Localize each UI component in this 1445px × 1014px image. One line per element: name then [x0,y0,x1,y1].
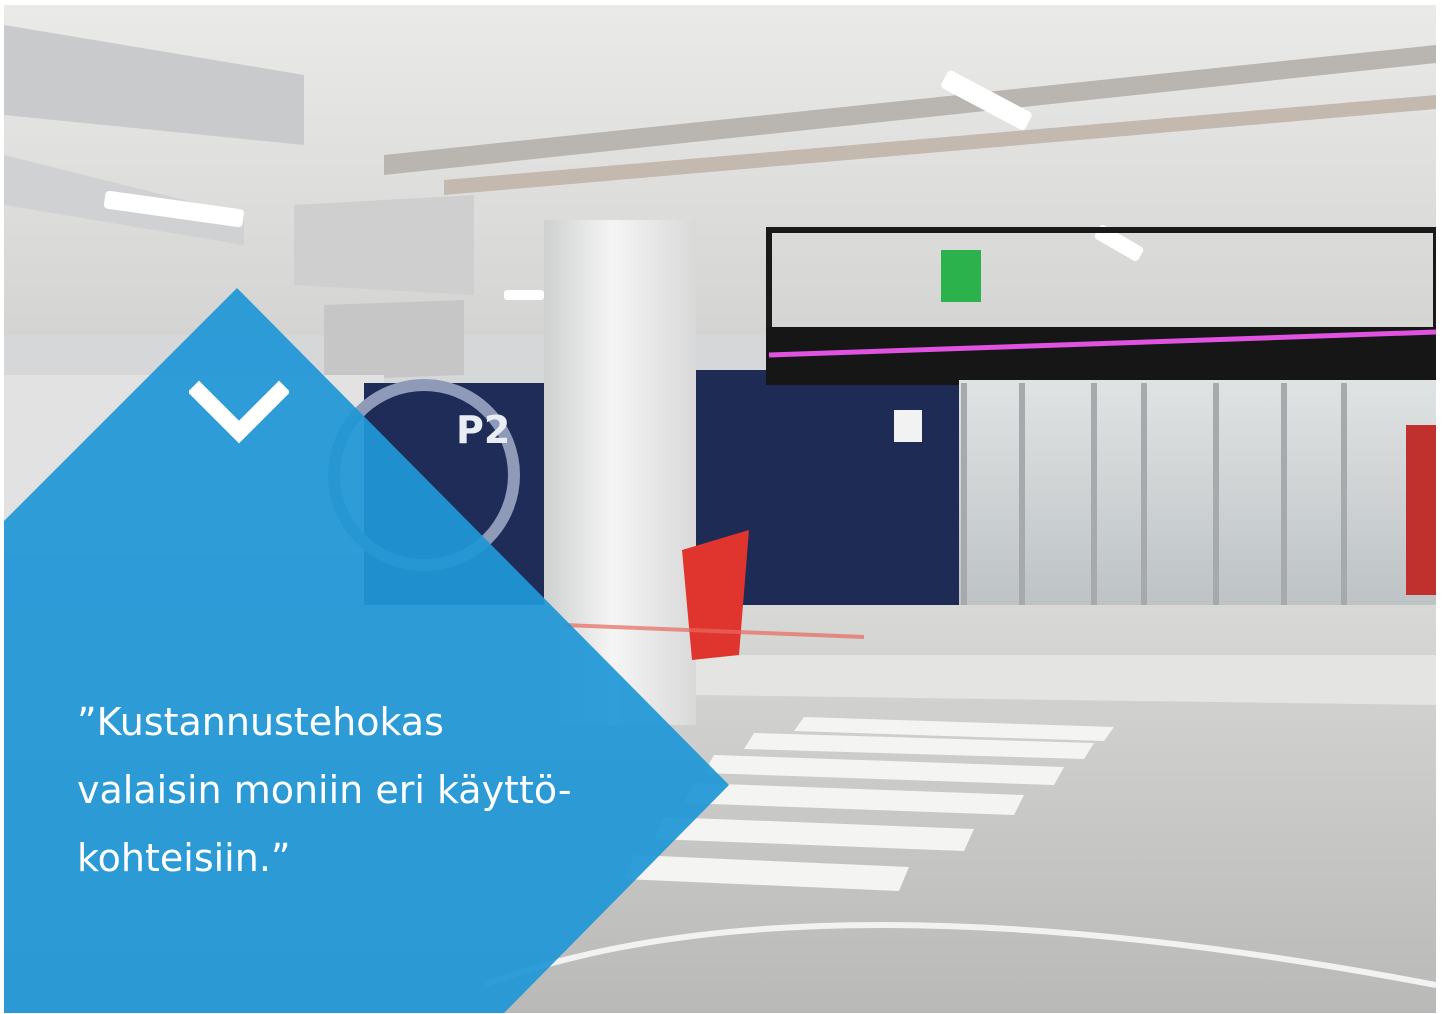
quote-line: ”Kustannustehokas [77,700,444,744]
quote-line: kohteisiin.” [77,836,291,880]
quote-line: valaisin moniin eri käyttö- [77,768,572,812]
photo-frame: P2 ”Kustannustehokas valaisin moniin eri… [4,5,1436,1013]
blue-diamond [4,288,729,1013]
chevron-down-icon[interactable] [189,377,289,447]
quote-text: ”Kustannustehokas valaisin moniin eri kä… [77,688,637,892]
